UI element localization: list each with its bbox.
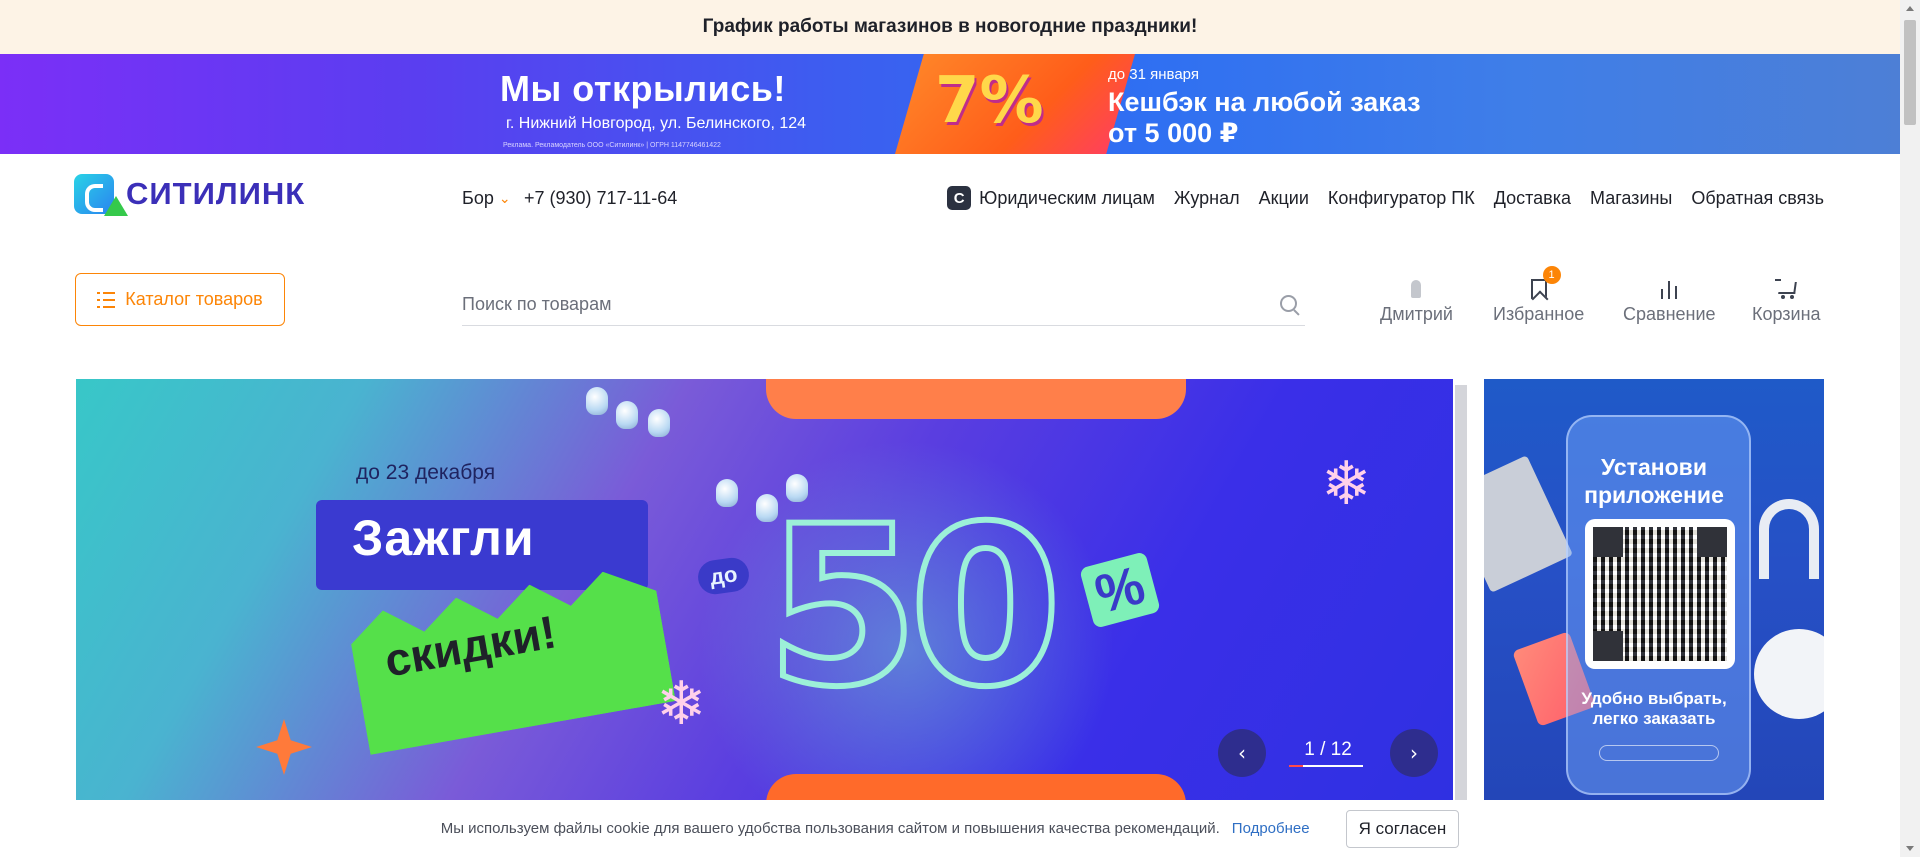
catalog-label: Каталог товаров	[125, 289, 263, 309]
nav-feedback[interactable]: Обратная связь	[1691, 188, 1824, 209]
hero-slider[interactable]: до 23 декабря Зажгли скидки! 50 до % ❄ ❄…	[76, 379, 1453, 800]
scroll-up-icon[interactable]	[1906, 6, 1914, 11]
search-icon[interactable]	[1279, 294, 1301, 316]
chevron-down-icon: ⌄	[498, 190, 511, 206]
snowflake-icon: ❄	[656, 670, 707, 737]
promo-legal-text: Реклама. Рекламодатель ООО «Ситилинк» | …	[503, 142, 721, 149]
nav-legal-entities[interactable]: C Юридическим лицам	[947, 186, 1155, 210]
search-bar	[462, 284, 1305, 326]
user-name: Дмитрий	[1380, 304, 1453, 324]
compare-label: Сравнение	[1623, 304, 1716, 324]
holiday-notice[interactable]: График работы магазинов в новогодние пра…	[0, 0, 1900, 54]
bookmark-icon	[1530, 279, 1547, 299]
qr-code	[1585, 519, 1735, 669]
hero-decoration-bottom	[766, 774, 1186, 800]
app-promo-input-decoration	[1599, 745, 1719, 761]
app-promo-title: Установи приложение	[1484, 453, 1824, 509]
promo-cashback: Кешбэк на любой заказ от 5 000 ₽	[1108, 87, 1421, 149]
cart-label: Корзина	[1752, 304, 1821, 324]
page: График работы магазинов в новогодние пра…	[0, 0, 1920, 857]
catalog-button[interactable]: Каталог товаров	[75, 273, 285, 326]
nav-delivery[interactable]: Доставка	[1494, 188, 1571, 209]
hero-until: до 23 декабря	[356, 461, 496, 484]
promo-title: Мы открылись!	[500, 68, 786, 109]
promo-address: г. Нижний Новгород, ул. Белинского, 124	[506, 115, 807, 132]
headphones-image	[1759, 499, 1819, 579]
user-icon	[1411, 280, 1422, 298]
cart-button[interactable]: Корзина	[1752, 274, 1821, 325]
promo-percent: 7%	[935, 64, 1044, 138]
favorites-count-badge: 1	[1542, 266, 1561, 284]
promo-banner[interactable]: Мы открылись! г. Нижний Новгород, ул. Бе…	[0, 54, 1900, 154]
nav-stores[interactable]: Магазины	[1590, 188, 1672, 209]
nav-journal[interactable]: Журнал	[1174, 188, 1240, 209]
holiday-notice-text[interactable]: График работы магазинов в новогодние пра…	[703, 16, 1198, 38]
hero-discount: 50	[763, 476, 1065, 738]
slider-next-button[interactable]: ›	[1389, 729, 1438, 777]
compare-icon	[1661, 279, 1678, 299]
city-name: Бор	[462, 188, 494, 208]
cookie-more-link[interactable]: Подробнее	[1232, 820, 1310, 837]
scroll-down-icon[interactable]	[1906, 846, 1914, 851]
app-promo-subtitle-line2: легко заказать	[1592, 709, 1716, 728]
snowflake-icon: ❄	[1321, 450, 1372, 517]
favorites-button[interactable]: 1 Избранное	[1493, 266, 1585, 325]
promo-cashback-line2: от 5 000 ₽	[1108, 118, 1239, 148]
cart-icon	[1775, 279, 1797, 299]
qr-code-icon	[1593, 527, 1727, 661]
chevron-right-icon: ›	[1409, 741, 1418, 765]
business-icon: C	[947, 186, 972, 210]
top-nav: C Юридическим лицам Журнал Акции Конфигу…	[947, 186, 1824, 210]
compare-button[interactable]: Сравнение	[1623, 274, 1716, 325]
city-selector[interactable]: Бор ⌄	[462, 188, 511, 209]
star-icon	[256, 719, 312, 775]
citilink-logo[interactable]: СИТИЛИНК	[74, 174, 306, 216]
nav-pc-configurator[interactable]: Конфигуратор ПК	[1328, 188, 1475, 209]
cookie-accept-button[interactable]: Я согласен	[1345, 809, 1460, 848]
nav-legal-label: Юридическим лицам	[979, 187, 1155, 208]
slider-controls: ‹ 1 / 12 ›	[1218, 728, 1438, 778]
scrollbar-thumb[interactable]	[1904, 20, 1916, 125]
hero-headline-1: Зажгли	[352, 510, 535, 566]
slider-counter: 1 / 12	[1289, 739, 1364, 767]
promo-cashback-line1: Кешбэк на любой заказ	[1108, 87, 1421, 117]
favorites-label: Избранное	[1493, 304, 1585, 324]
cookie-bar: Мы используем файлы cookie для вашего уд…	[0, 800, 1900, 857]
app-promo-banner[interactable]: Установи приложение Удобно выбрать, легк…	[1484, 379, 1824, 800]
chevron-left-icon: ‹	[1238, 741, 1246, 765]
promo-until: до 31 января	[1108, 66, 1199, 83]
app-promo-subtitle: Удобно выбрать, легко заказать	[1484, 689, 1824, 729]
nav-promos[interactable]: Акции	[1259, 188, 1309, 209]
slider-counter-text: 1 / 12	[1304, 739, 1352, 760]
slider-prev-button[interactable]: ‹	[1218, 729, 1266, 777]
window-scrollbar[interactable]	[1900, 0, 1920, 857]
cookie-text: Мы используем файлы cookie для вашего уд…	[440, 820, 1220, 837]
app-promo-title-line2: приложение	[1584, 482, 1724, 508]
logo-text: СИТИЛИНК	[126, 176, 306, 211]
slider-progress	[1289, 765, 1364, 767]
list-icon	[97, 291, 116, 308]
search-input[interactable]	[462, 294, 1279, 315]
user-account[interactable]: Дмитрий	[1380, 274, 1453, 325]
slider-scrollbar[interactable]	[1455, 385, 1467, 800]
phone-link[interactable]: +7 (930) 717-11-64	[524, 188, 677, 209]
app-promo-title-line1: Установи	[1601, 454, 1707, 480]
app-promo-subtitle-line1: Удобно выбрать,	[1581, 689, 1727, 708]
christmas-tree-icon	[104, 196, 128, 216]
